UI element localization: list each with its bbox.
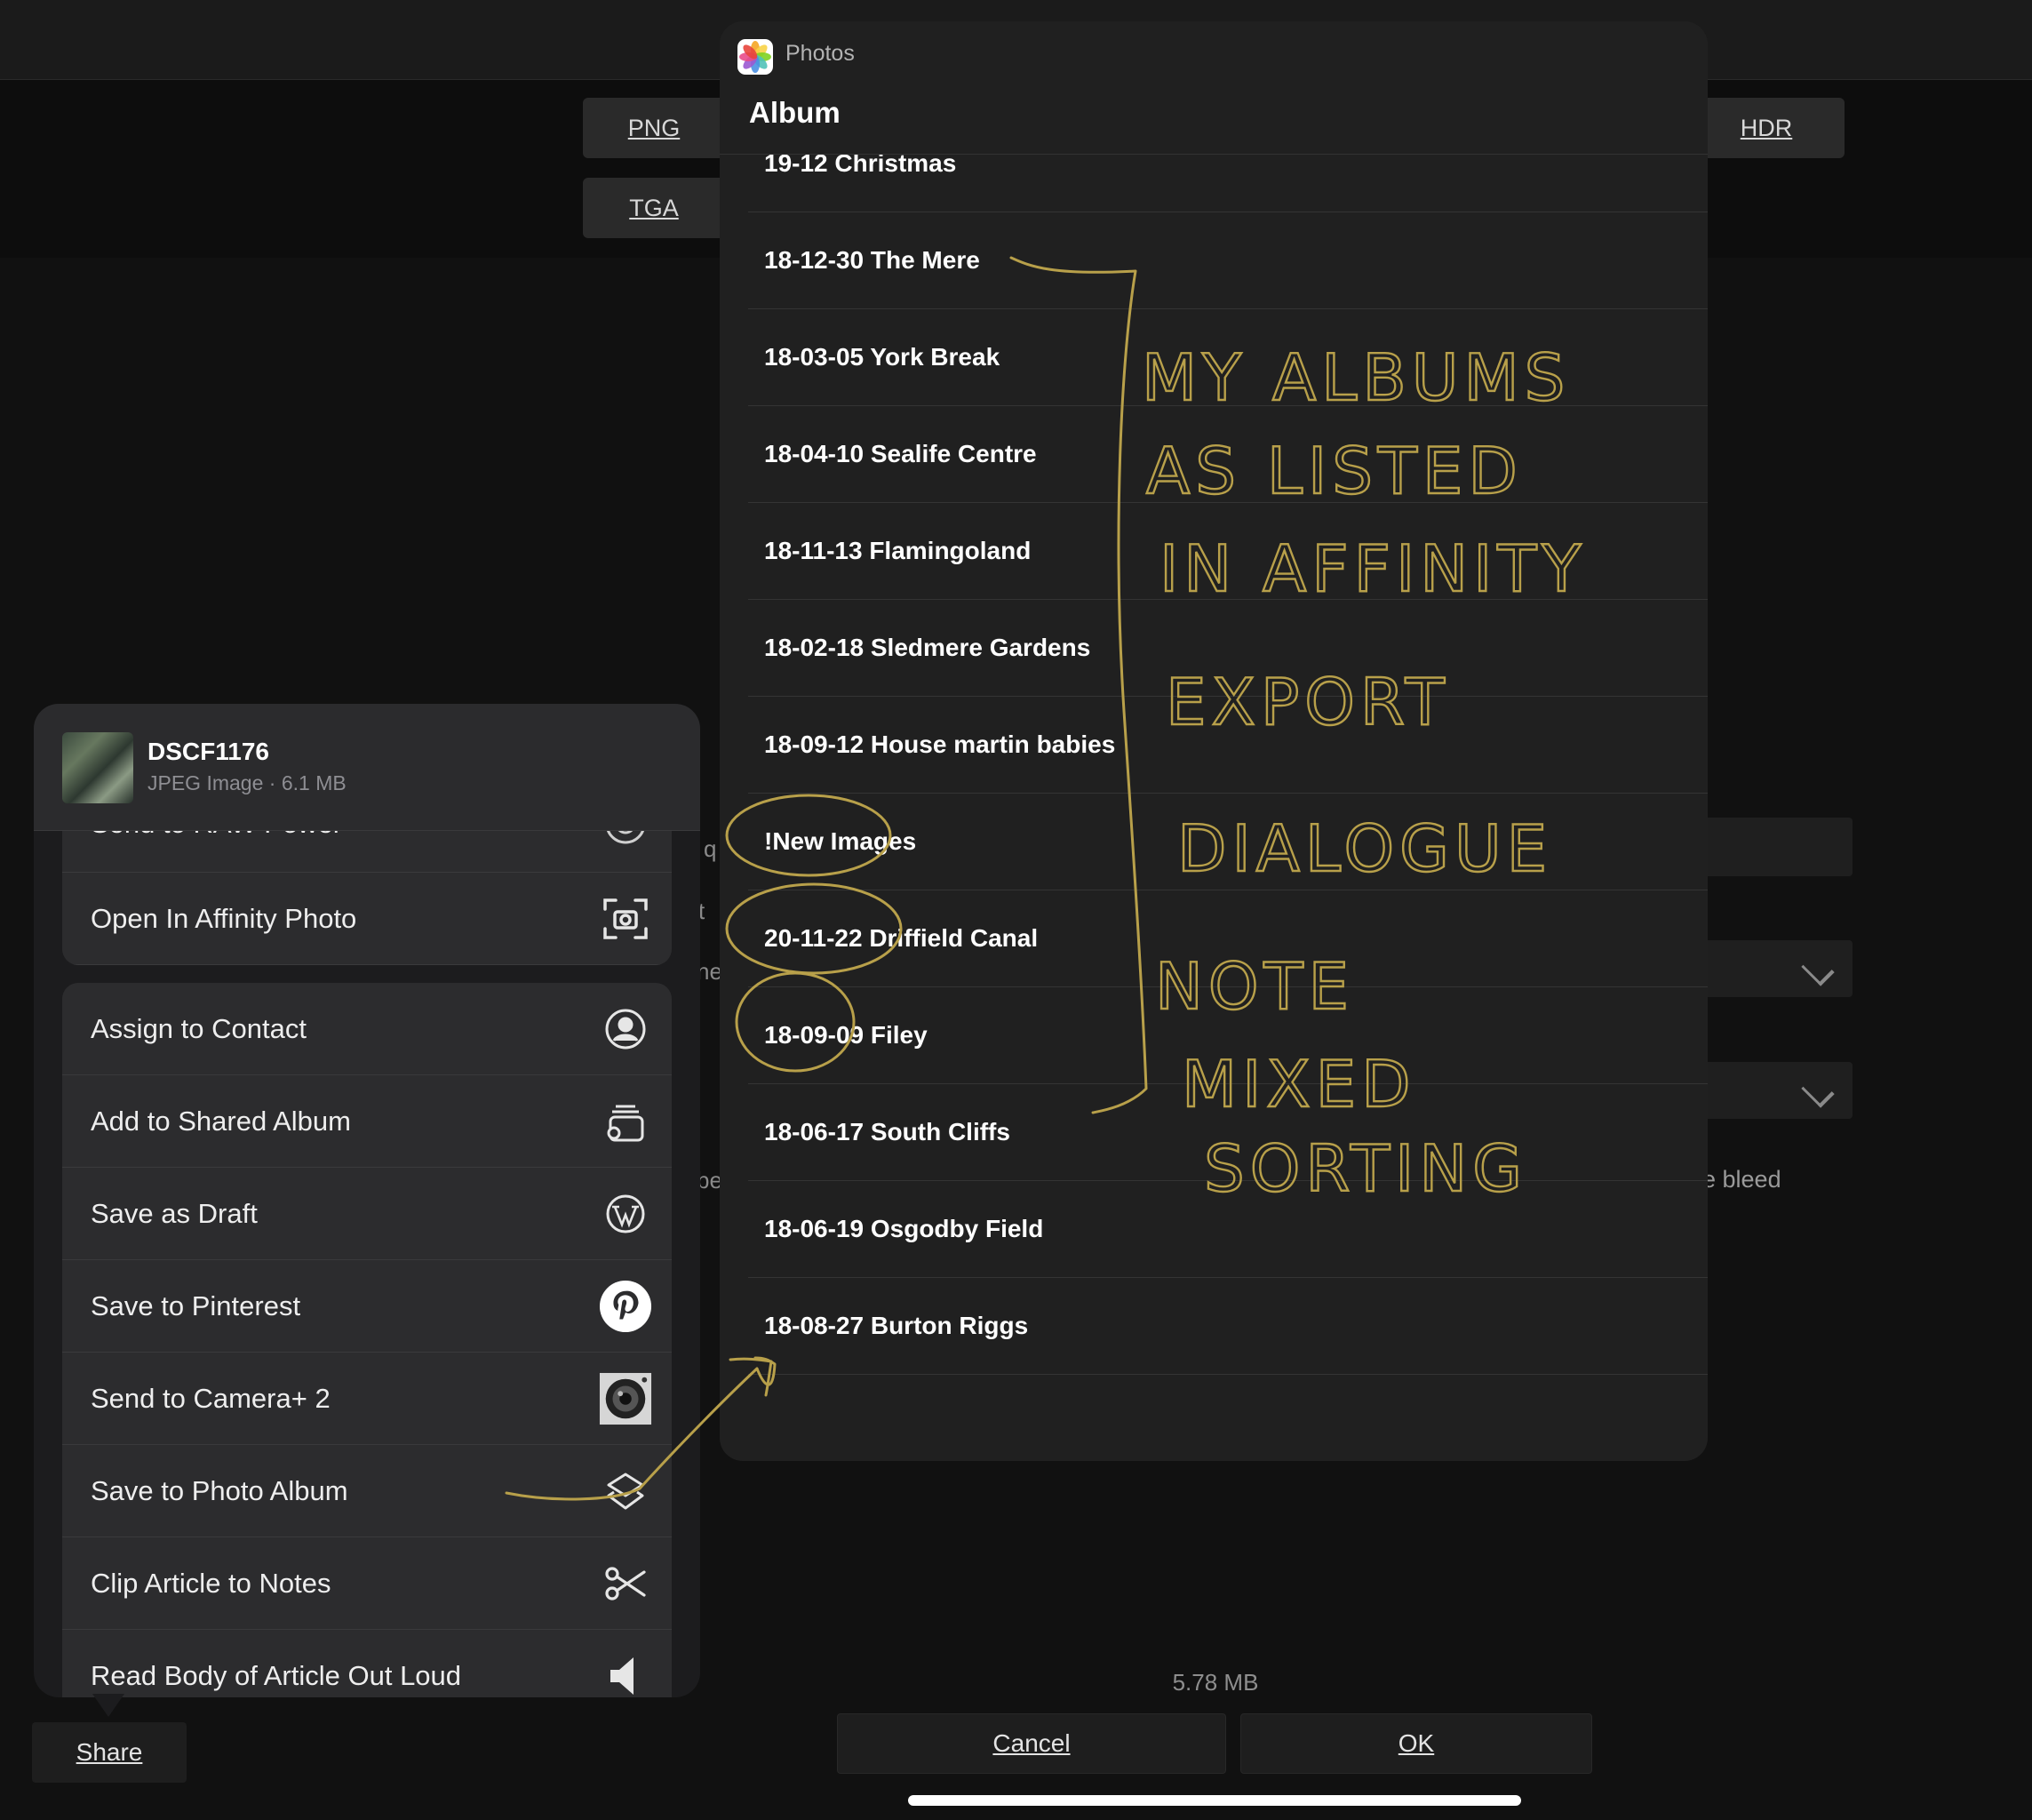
- album-row[interactable]: 20-11-22 Driffield Canal: [748, 890, 1708, 987]
- share-action-pinterest[interactable]: Save to Pinterest: [62, 1260, 672, 1353]
- album-row[interactable]: 18-12-30 The Mere: [748, 212, 1708, 309]
- camera-plus-icon: [599, 1372, 652, 1425]
- pinterest-icon: [599, 1280, 652, 1333]
- format-png-button[interactable]: PNG: [583, 98, 725, 158]
- format-hdr-button[interactable]: HDR: [1688, 98, 1845, 158]
- share-action-contact[interactable]: Assign to Contact: [62, 983, 672, 1075]
- share-action-label: Open In Affinity Photo: [91, 902, 357, 934]
- share-action-label: Assign to Contact: [91, 1012, 307, 1044]
- share-action-camera-frame[interactable]: Open In Affinity Photo: [62, 873, 672, 965]
- home-indicator: [908, 1795, 1521, 1806]
- ok-button[interactable]: OK: [1240, 1713, 1592, 1774]
- shared-album-icon: [599, 1095, 652, 1148]
- cancel-button[interactable]: Cancel: [837, 1713, 1226, 1774]
- wordpress-icon: [599, 1187, 652, 1241]
- share-action-speaker[interactable]: Read Body of Article Out Loud: [62, 1630, 672, 1697]
- share-action-shortcuts[interactable]: Save to Photo Album: [62, 1445, 672, 1537]
- shortcuts-icon: [599, 1465, 652, 1518]
- share-action-shared-album[interactable]: Add to Shared Album: [62, 1075, 672, 1168]
- share-actions-group-2: Assign to Contact Add to Shared Album Save…: [62, 983, 672, 1697]
- quality-field[interactable]: [1697, 818, 1853, 876]
- album-row[interactable]: 18-02-18 Sledmere Gardens: [748, 600, 1708, 697]
- contact-icon: [599, 1002, 652, 1056]
- album-picker-title: Album: [749, 96, 841, 129]
- share-action-label: Save as Draft: [91, 1197, 258, 1229]
- album-row[interactable]: 18-11-13 Flamingoland: [748, 503, 1708, 600]
- album-row[interactable]: 18-08-27 Burton Riggs: [748, 1278, 1708, 1375]
- share-action-wordpress[interactable]: Save as Draft: [62, 1168, 672, 1260]
- photos-app-icon: [737, 39, 773, 75]
- chevron-down-icon: [1801, 1074, 1835, 1108]
- album-row[interactable]: 18-04-10 Sealife Centre: [748, 406, 1708, 503]
- bleed-label: le bleed: [1697, 1166, 1781, 1193]
- option-select-1[interactable]: [1697, 940, 1853, 997]
- scissors-icon: [599, 1557, 652, 1610]
- file-name: DSCF1176: [147, 738, 269, 765]
- camera-frame-icon: [599, 892, 652, 946]
- album-picker-popover: 19-10-12 Peasholm Park19-12 Christmas18-…: [720, 21, 1708, 1461]
- album-row[interactable]: 18-06-17 South Cliffs: [748, 1084, 1708, 1181]
- app-name: Photos: [785, 41, 855, 66]
- share-sheet-header: DSCF1176 JPEG Image · 6.1 MB: [34, 704, 700, 831]
- album-row[interactable]: !New Images: [748, 794, 1708, 890]
- option-select-2[interactable]: [1697, 1062, 1853, 1119]
- share-action-scissors[interactable]: Clip Article to Notes: [62, 1537, 672, 1630]
- chevron-down-icon: [1801, 953, 1835, 986]
- format-tga-button[interactable]: TGA: [583, 178, 725, 238]
- share-action-label: Add to Shared Album: [91, 1105, 351, 1137]
- share-sheet: Send to RAW PowerOpen In Affinity Photo …: [34, 704, 700, 1697]
- share-action-label: Read Body of Article Out Loud: [91, 1659, 462, 1691]
- share-action-camera-plus[interactable]: Send to Camera+ 2: [62, 1353, 672, 1445]
- share-action-label: Clip Article to Notes: [91, 1567, 331, 1599]
- share-action-label: Save to Pinterest: [91, 1289, 301, 1321]
- file-meta: JPEG Image · 6.1 MB: [147, 771, 347, 794]
- estimated-file-size: 5.78 MB: [1172, 1669, 1259, 1696]
- obscured-label-q: q: [704, 835, 717, 862]
- share-button[interactable]: Share: [32, 1722, 187, 1783]
- album-picker-header: Photos Album: [720, 21, 1708, 155]
- album-row[interactable]: 18-09-12 House martin babies: [748, 697, 1708, 794]
- share-action-label: Send to Camera+ 2: [91, 1382, 331, 1414]
- album-row[interactable]: 18-09-09 Filey: [748, 987, 1708, 1084]
- album-row[interactable]: 18-06-19 Osgodby Field: [748, 1181, 1708, 1278]
- album-list[interactable]: 19-10-12 Peasholm Park19-12 Christmas18-…: [748, 21, 1708, 1375]
- share-action-label: Save to Photo Album: [91, 1474, 348, 1506]
- file-thumbnail: [62, 732, 133, 803]
- album-row[interactable]: 18-03-05 York Break: [748, 309, 1708, 406]
- speaker-icon: [599, 1649, 652, 1698]
- share-sheet-pointer: [92, 1694, 124, 1717]
- obscured-label-be: be: [697, 1167, 722, 1193]
